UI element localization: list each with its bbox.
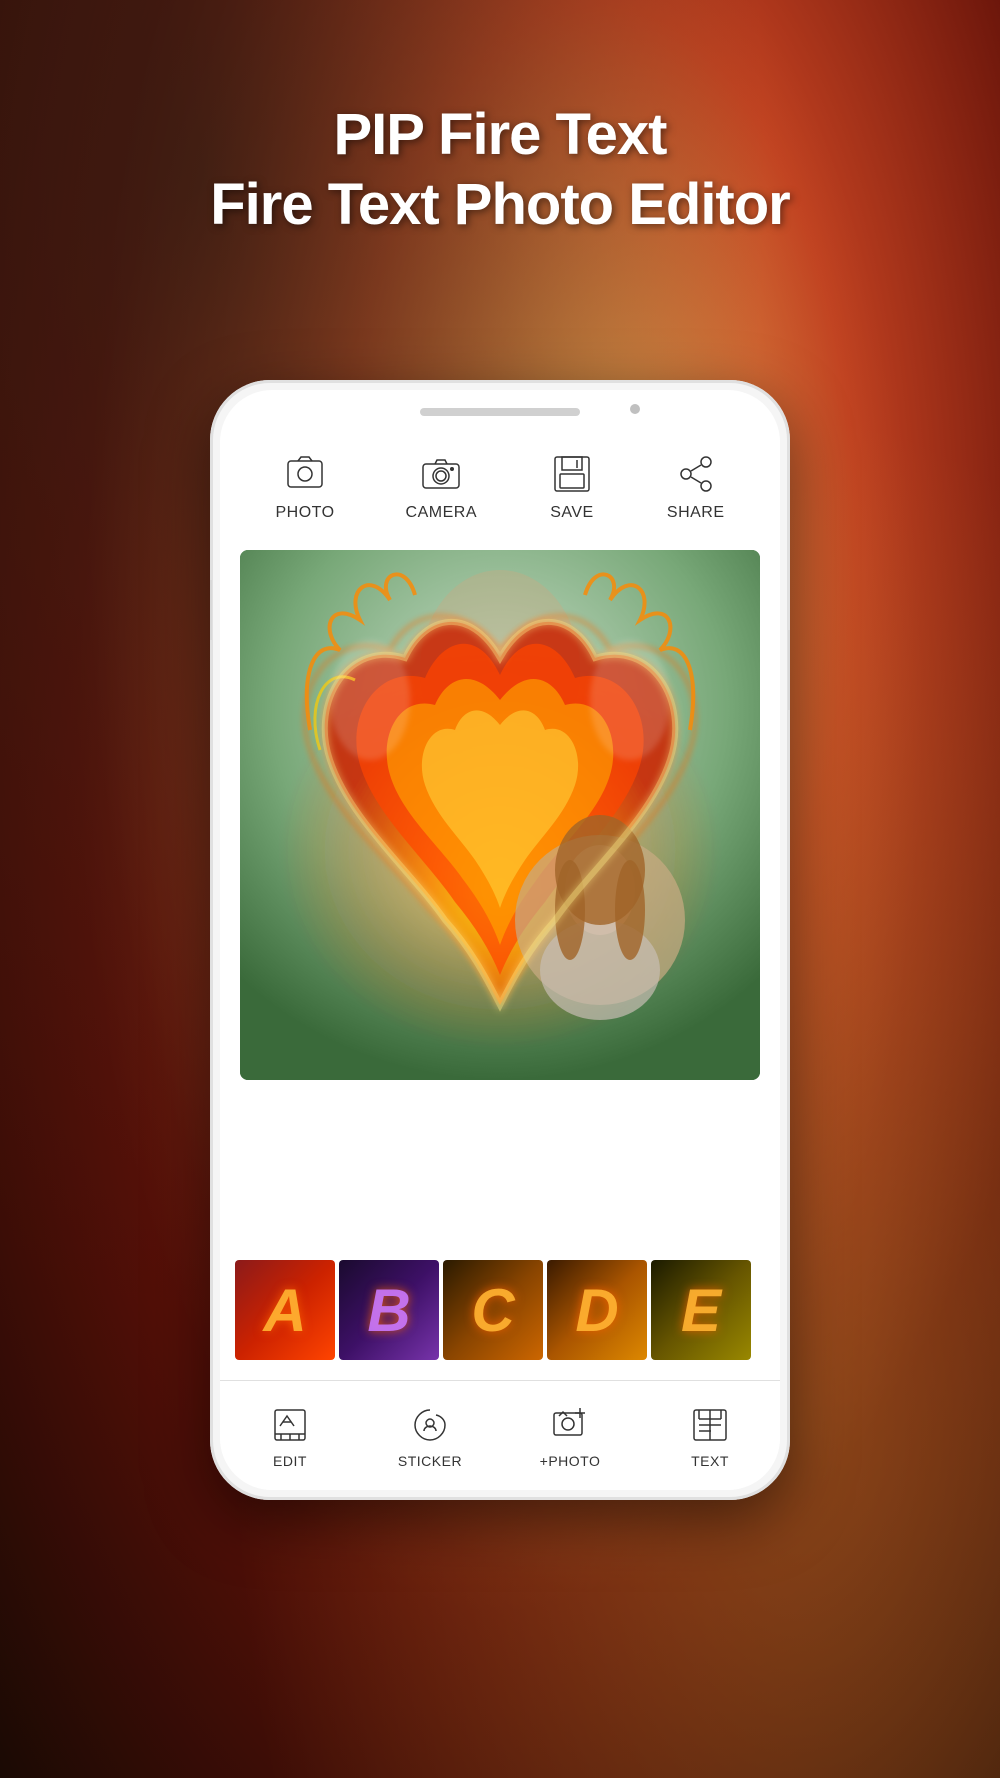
edit-icon bbox=[268, 1403, 312, 1447]
bottom-nav: EDIT STICKER bbox=[220, 1380, 780, 1490]
camera-label: CAMERA bbox=[406, 504, 477, 522]
text-icon bbox=[688, 1403, 732, 1447]
thumbnail-d[interactable]: D bbox=[547, 1260, 647, 1360]
fire-heart-visual bbox=[240, 550, 760, 1080]
save-icon bbox=[548, 450, 596, 498]
thumbnail-a[interactable]: A bbox=[235, 1260, 335, 1360]
sticker-icon bbox=[408, 1403, 452, 1447]
text-label: TEXT bbox=[691, 1453, 729, 1469]
add-photo-icon bbox=[548, 1403, 592, 1447]
toolbar-share[interactable]: SHARE bbox=[667, 450, 725, 522]
nav-add-photo[interactable]: +PHOTO bbox=[500, 1403, 640, 1469]
thumbnail-c[interactable]: C bbox=[443, 1260, 543, 1360]
camera-icon bbox=[417, 450, 465, 498]
thumbnail-b[interactable]: B bbox=[339, 1260, 439, 1360]
photo-label: PHOTO bbox=[275, 504, 334, 522]
phone-notch bbox=[420, 408, 580, 416]
save-label: SAVE bbox=[550, 504, 594, 522]
photo-icon bbox=[281, 450, 329, 498]
thumbnail-e[interactable]: E bbox=[651, 1260, 751, 1360]
title-line2: Fire Text Photo Editor bbox=[0, 170, 1000, 240]
toolbar-save[interactable]: SAVE bbox=[548, 450, 596, 522]
toolbar-camera[interactable]: CAMERA bbox=[406, 450, 477, 522]
thumbnails-strip: A B C D E bbox=[220, 1250, 780, 1370]
share-label: SHARE bbox=[667, 504, 725, 522]
top-toolbar: PHOTO CAMERA bbox=[220, 440, 780, 532]
toolbar-photo[interactable]: PHOTO bbox=[275, 450, 334, 522]
edit-label: EDIT bbox=[273, 1453, 307, 1469]
phone-frame: PHOTO CAMERA bbox=[210, 380, 790, 1500]
phone-volume-button bbox=[210, 580, 212, 640]
nav-edit[interactable]: EDIT bbox=[220, 1403, 360, 1469]
phone-camera-dot bbox=[630, 404, 640, 414]
phone-power-button bbox=[788, 630, 790, 710]
main-canvas[interactable] bbox=[240, 550, 760, 1080]
title-line1: PIP Fire Text bbox=[0, 100, 1000, 170]
nav-text[interactable]: TEXT bbox=[640, 1403, 780, 1469]
phone-screen: PHOTO CAMERA bbox=[220, 390, 780, 1490]
app-title: PIP Fire Text Fire Text Photo Editor bbox=[0, 100, 1000, 239]
nav-sticker[interactable]: STICKER bbox=[360, 1403, 500, 1469]
add-photo-label: +PHOTO bbox=[540, 1453, 601, 1469]
sticker-label: STICKER bbox=[398, 1453, 462, 1469]
share-icon bbox=[672, 450, 720, 498]
